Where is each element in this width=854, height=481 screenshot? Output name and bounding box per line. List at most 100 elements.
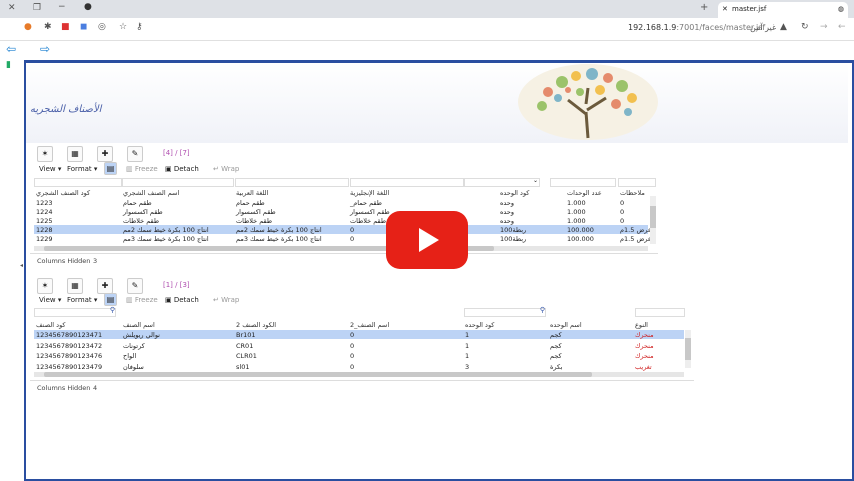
grid2-wrap-button[interactable]: ↵ Wrap	[213, 296, 239, 304]
column-header[interactable]: اللغة الإنجليزية	[350, 189, 389, 197]
table-cell: 1.000	[567, 217, 586, 225]
bookmark-star-icon[interactable]: ☆	[119, 22, 127, 32]
security-label[interactable]: غير آمن	[750, 23, 776, 32]
column-header[interactable]: اللغة العربية	[236, 189, 268, 197]
app-back-arrow-icon[interactable]: ⇦	[6, 42, 16, 56]
tab-master[interactable]: ✕ master.jsf ◍	[718, 2, 848, 18]
column-header[interactable]: اسم الصنف	[123, 321, 155, 329]
grid1-freeze-button[interactable]: ▥ Freeze	[126, 165, 158, 173]
grid1-vscrollbar[interactable]	[650, 196, 656, 244]
restore-icon[interactable]: ❐	[33, 3, 41, 13]
splitter-handle-icon[interactable]: ◂	[20, 262, 23, 269]
translate-icon[interactable]: ◼	[80, 22, 87, 32]
grid1-add-icon[interactable]: ✚	[97, 146, 113, 162]
grid1-wand-icon[interactable]: ✶	[37, 146, 53, 162]
table-cell: عرض 1.5م	[620, 226, 652, 234]
grid1-filter-english[interactable]	[350, 178, 464, 187]
grid1-format-menu[interactable]: Format ▾	[67, 165, 97, 173]
table-row[interactable]: 1229 انتاج 100 بكرة خيط سمك 3مم انتاج 100 …	[34, 234, 652, 243]
key-icon[interactable]: ⚷	[136, 22, 143, 32]
grid2-add-icon[interactable]: ✚	[97, 278, 113, 294]
grid1-view-menu[interactable]: View ▾	[39, 165, 61, 173]
table-row[interactable]: 1234567890123471 نوالي ريويلش Br101 0 1 كجم من…	[34, 330, 684, 339]
column-header[interactable]: كود الوحده	[500, 189, 529, 197]
new-tab-icon[interactable]: +	[700, 2, 708, 13]
grid1-detach-button[interactable]: ▣ Detach	[165, 165, 199, 173]
search-icon[interactable]: ⚲	[110, 306, 115, 314]
table-cell: وحده	[500, 217, 514, 225]
sidebar-marker-icon[interactable]: ▮	[6, 60, 11, 70]
grid1-columns-hidden-count[interactable]: 3	[93, 257, 97, 265]
grid1-columns-hidden-label[interactable]: Columns Hidden	[37, 257, 90, 265]
shield-ext-icon[interactable]: ◎	[98, 22, 106, 32]
grid2-filter-type[interactable]	[635, 308, 685, 317]
grid1-excel-icon[interactable]: ▦	[67, 146, 83, 162]
extension-icon[interactable]: ●	[24, 22, 32, 32]
table-cell: sl01	[236, 362, 250, 371]
column-header[interactable]: كود الوحده	[465, 321, 494, 329]
grid2-format-menu[interactable]: Format ▾	[67, 296, 97, 304]
grid1-delete-icon[interactable]: ✎	[127, 146, 143, 162]
column-header[interactable]: كود الصنف	[36, 321, 66, 329]
table-row[interactable]: 1228 انتاج 100 بكرة خيط سمك 2مم انتاج 100 …	[34, 225, 652, 234]
grid1-filter-notes[interactable]	[618, 178, 656, 187]
grid1-hscrollbar[interactable]	[34, 246, 648, 251]
grid2-columns-hidden-count[interactable]: 4	[93, 384, 97, 392]
table-row[interactable]: 1234567890123472 كرتونات CR01 0 1 كجم منحرك	[34, 341, 684, 350]
close-window-icon[interactable]: ✕	[8, 3, 16, 13]
table-row[interactable]: 1223 طقم حمام طقم حمام _طقم حمام وحده 1.000 0	[34, 198, 648, 207]
grid2-hscrollbar[interactable]	[34, 372, 684, 377]
column-header[interactable]: ملاحظات	[620, 189, 645, 197]
search-icon[interactable]: ⚲	[540, 306, 545, 314]
table-cell: 0	[350, 331, 355, 339]
grid2-vscroll-thumb[interactable]	[685, 338, 691, 360]
forward-icon[interactable]: →	[820, 22, 828, 32]
record-icon[interactable]: ●	[84, 2, 92, 12]
column-header[interactable]: كود الصنف الشجري	[36, 189, 90, 197]
minimize-icon[interactable]: −	[58, 2, 66, 12]
grid1-query-icon[interactable]: ▤	[104, 162, 117, 175]
table-row[interactable]: 1234567890123479 سلوفان sl01 0 3 بكرة تغريب	[34, 362, 684, 371]
app-forward-arrow-icon[interactable]: ⇨	[40, 42, 50, 56]
grid1-filter-arabic[interactable]	[235, 178, 349, 187]
grid1-wrap-button[interactable]: ↵ Wrap	[213, 165, 239, 173]
column-header[interactable]: النوع	[635, 321, 648, 329]
grid1-filter-name[interactable]	[122, 178, 234, 187]
column-header[interactable]: اسم الصنف الشجري	[123, 189, 179, 197]
grid2-detach-button[interactable]: ▣ Detach	[165, 296, 199, 304]
grid2-query-icon[interactable]: ▤	[104, 293, 117, 306]
grid1-filter-count[interactable]	[550, 178, 616, 187]
table-row[interactable]: 1224 طقم اكسسوار طقم اكسسوار طقم اكسسوار وحد…	[34, 207, 648, 216]
table-row[interactable]: 1225 طقم خلاطات طقم خلاطات طقم خلاطات وحده 1.…	[34, 216, 648, 225]
grid2-filter-unit[interactable]: ⚲	[464, 306, 546, 317]
column-header[interactable]: اسم الوحده	[550, 321, 582, 329]
column-header[interactable]: اسم الصنف_2	[350, 321, 389, 329]
grid1-filter-unit[interactable]: ⌄	[464, 177, 540, 187]
grid2-paging[interactable]: [1] / [3]	[163, 281, 190, 289]
grid1-filter-code[interactable]	[34, 178, 122, 187]
warning-icon[interactable]: ▲	[780, 22, 787, 32]
grid2-wand-icon[interactable]: ✶	[37, 278, 53, 294]
grid1-vscroll-thumb[interactable]	[650, 206, 656, 228]
column-header[interactable]: عدد الوحدات	[567, 189, 602, 197]
grid2-filter-code[interactable]: ⚲	[34, 306, 116, 317]
grid1-paging[interactable]: [4] / [7]	[163, 149, 190, 157]
grid2-excel-icon[interactable]: ▦	[67, 278, 83, 294]
grid2-freeze-button[interactable]: ▥ Freeze	[126, 296, 158, 304]
grid2-view-menu[interactable]: View ▾	[39, 296, 61, 304]
grid2-columns-hidden-label[interactable]: Columns Hidden	[37, 384, 90, 392]
grid2-hscroll-thumb[interactable]	[44, 372, 592, 377]
grid2-delete-icon[interactable]: ✎	[127, 278, 143, 294]
youtube-ext-icon[interactable]: ■	[61, 22, 70, 32]
grid2-vscrollbar[interactable]	[685, 330, 691, 368]
puzzle-icon[interactable]: ✱	[44, 22, 52, 32]
video-play-button[interactable]	[386, 211, 468, 269]
column-header[interactable]: الكود الصنف 2	[236, 321, 276, 329]
table-row[interactable]: 1234567890123476 الواح CLR01 0 1 كجم منحرك	[34, 351, 684, 360]
table-cell: 0	[350, 362, 355, 371]
reload-icon[interactable]: ↻	[801, 22, 809, 32]
back-icon[interactable]: ←	[838, 22, 846, 32]
url-text[interactable]: 192.168.1.9:7001/faces/master.jsf	[628, 23, 765, 32]
table-cell: ربطة100	[500, 226, 527, 234]
tab-close-icon[interactable]: ✕	[722, 5, 728, 13]
